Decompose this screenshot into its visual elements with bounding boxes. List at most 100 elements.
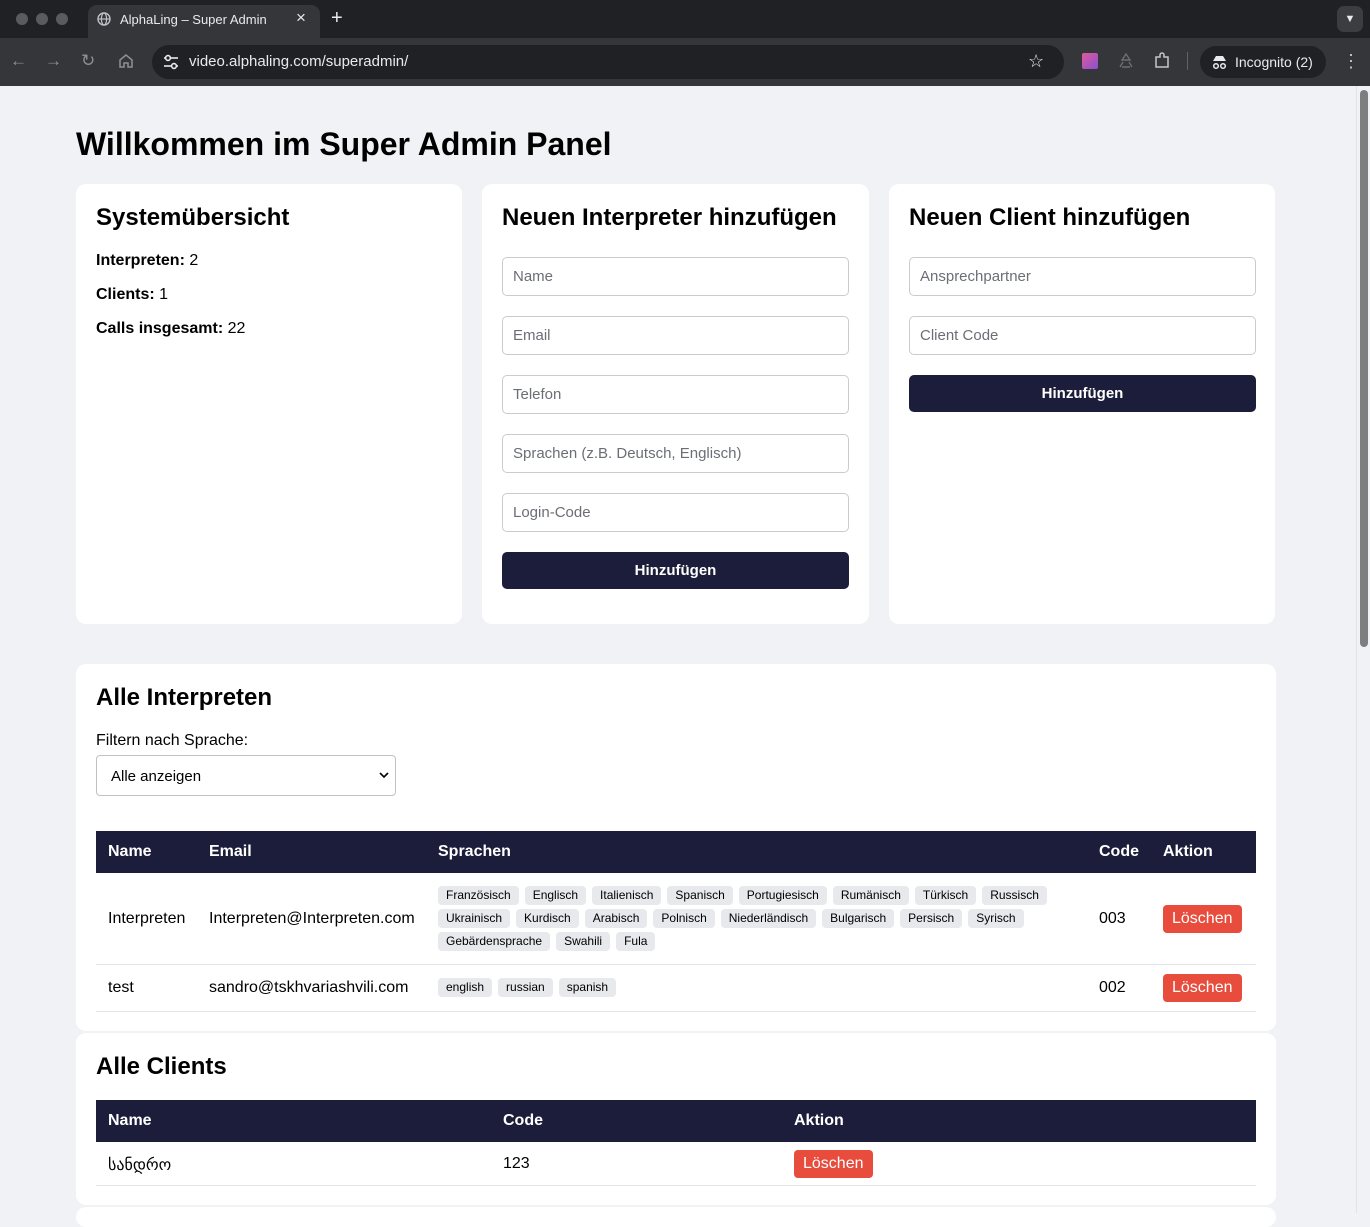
globe-icon <box>97 12 111 26</box>
language-chip: Russisch <box>982 886 1047 905</box>
language-chip: Swahili <box>556 932 611 951</box>
interpreters-table-header: Name Email Sprachen Code Aktion <box>96 831 1256 873</box>
browser-menu-icon[interactable]: ⋮ <box>1342 50 1360 72</box>
reload-icon[interactable]: ↻ <box>81 50 95 72</box>
add-client-button[interactable]: Hinzufügen <box>909 375 1256 412</box>
client-code-input[interactable] <box>909 316 1256 355</box>
stat-label: Interpreten: <box>96 252 185 269</box>
interpreter-login-code-input[interactable] <box>502 493 849 532</box>
language-chip: Französisch <box>438 886 519 905</box>
chevron-down-icon <box>379 772 389 779</box>
table-row: სანდრო 123 Löschen <box>96 1142 1256 1186</box>
tab-close-icon[interactable]: × <box>296 8 306 28</box>
client-name: სანდრო <box>108 1157 172 1174</box>
language-chip: russian <box>498 978 553 997</box>
add-interpreter-heading: Neuen Interpreter hinzufügen <box>502 204 837 231</box>
add-interpreter-card: Neuen Interpreter hinzufügen Hinzufügen <box>482 184 869 624</box>
toolbar-divider <box>1187 52 1188 70</box>
window-zoom-dot[interactable] <box>56 13 68 25</box>
language-chip: Persisch <box>900 909 963 928</box>
page-scrollbar[interactable] <box>1356 86 1370 1213</box>
bookmark-star-icon[interactable]: ☆ <box>1028 50 1044 72</box>
stat-label: Clients: <box>96 286 155 303</box>
language-chips: Französisch Englisch Italienisch Spanisch Po… <box>438 886 1058 951</box>
column-header: Aktion <box>794 1112 844 1129</box>
interpreter-code: 003 <box>1099 910 1126 927</box>
incognito-button[interactable]: Incognito (2) <box>1200 46 1326 78</box>
language-chip: Arabisch <box>584 909 648 928</box>
stat-value: 1 <box>159 286 169 303</box>
column-header: Sprachen <box>438 843 511 860</box>
clients-card: Alle Clients Name Code Aktion სანდრო 123… <box>76 1033 1276 1205</box>
language-filter-label: Filtern nach Sprache: <box>96 732 249 749</box>
site-settings-icon[interactable] <box>160 52 182 72</box>
stat-label: Calls insgesamt: <box>96 320 224 337</box>
stat-calls: Calls insgesamt: 22 <box>96 320 245 338</box>
window-close-dot[interactable] <box>16 13 28 25</box>
interpreter-email-input[interactable] <box>502 316 849 355</box>
stat-value: 2 <box>189 252 199 269</box>
add-client-card: Neuen Client hinzufügen Hinzufügen <box>889 184 1275 624</box>
new-tab-icon[interactable]: + <box>331 6 343 30</box>
browser-tab-strip: AlphaLing – Super Admin × + ▼ <box>0 0 1370 38</box>
language-chip: Syrisch <box>968 909 1024 928</box>
tab-search-chevron-icon[interactable]: ▼ <box>1337 6 1363 32</box>
language-chip: Polnisch <box>653 909 715 928</box>
extension-gradient-icon[interactable] <box>1081 52 1099 70</box>
home-icon[interactable] <box>118 53 134 69</box>
back-arrow-icon[interactable]: ← <box>10 50 27 72</box>
column-header: Code <box>503 1112 543 1129</box>
language-chip: spanish <box>558 978 617 997</box>
window-minimize-dot[interactable] <box>36 13 48 25</box>
interpreter-name: Interpreten <box>108 910 186 927</box>
client-code: 123 <box>503 1155 530 1172</box>
table-row: Interpreten Interpreten@Interpreten.com … <box>96 873 1256 965</box>
recycle-icon[interactable] <box>1117 52 1135 70</box>
column-header: Name <box>108 843 152 860</box>
client-contact-input[interactable] <box>909 257 1256 296</box>
stat-value: 22 <box>227 320 246 337</box>
language-chip: Niederländisch <box>720 909 817 928</box>
stat-clients: Clients: 1 <box>96 286 168 304</box>
language-chip: Spanisch <box>667 886 733 905</box>
delete-client-button[interactable]: Löschen <box>794 1150 873 1178</box>
clients-heading: Alle Clients <box>96 1053 227 1080</box>
language-chip: Fula <box>616 932 656 951</box>
language-chips: english russian spanish <box>438 978 1058 997</box>
tab-title: AlphaLing – Super Admin <box>120 12 267 27</box>
column-header: Name <box>108 1112 152 1129</box>
interpreter-name-input[interactable] <box>502 257 849 296</box>
browser-tab[interactable]: AlphaLing – Super Admin × <box>88 5 320 38</box>
clients-table-header: Name Code Aktion <box>96 1100 1256 1142</box>
delete-interpreter-button[interactable]: Löschen <box>1163 905 1242 933</box>
language-chip: Englisch <box>524 886 587 905</box>
language-chip: Bulgarisch <box>822 909 895 928</box>
table-row: test sandro@tskhvariashvili.com english r… <box>96 965 1256 1012</box>
language-chip: english <box>438 978 493 997</box>
system-overview-card: Systemübersicht Interpreten: 2 Clients: … <box>76 184 462 624</box>
language-filter-select[interactable]: Alle anzeigen <box>96 755 396 796</box>
language-chip: Portugiesisch <box>738 886 827 905</box>
add-interpreter-button[interactable]: Hinzufügen <box>502 552 849 589</box>
url-text: video.alphaling.com/superadmin/ <box>189 53 409 70</box>
address-bar[interactable]: video.alphaling.com/superadmin/ ☆ <box>152 45 1064 79</box>
extensions-puzzle-icon[interactable] <box>1153 52 1171 70</box>
interpreters-heading: Alle Interpreten <box>96 684 273 711</box>
interpreter-code: 002 <box>1099 979 1126 996</box>
delete-interpreter-button[interactable]: Löschen <box>1163 974 1242 1002</box>
overview-heading: Systemübersicht <box>96 204 290 231</box>
interpreter-languages-input[interactable] <box>502 434 849 473</box>
language-chip: Ukrainisch <box>438 909 511 928</box>
interpreter-email: Interpreten@Interpreten.com <box>209 910 415 927</box>
scrollbar-thumb[interactable] <box>1360 90 1368 647</box>
incognito-icon <box>1212 56 1227 70</box>
interpreter-phone-input[interactable] <box>502 375 849 414</box>
add-client-heading: Neuen Client hinzufügen <box>909 204 1191 231</box>
interpreters-card: Alle Interpreten Filtern nach Sprache: A… <box>76 664 1276 1031</box>
column-header: Email <box>209 843 252 860</box>
forward-arrow-icon[interactable]: → <box>45 50 62 72</box>
incognito-label: Incognito (2) <box>1235 54 1313 70</box>
interpreter-name: test <box>108 979 134 996</box>
column-header: Code <box>1099 843 1139 860</box>
language-filter-value: Alle anzeigen <box>111 768 202 785</box>
